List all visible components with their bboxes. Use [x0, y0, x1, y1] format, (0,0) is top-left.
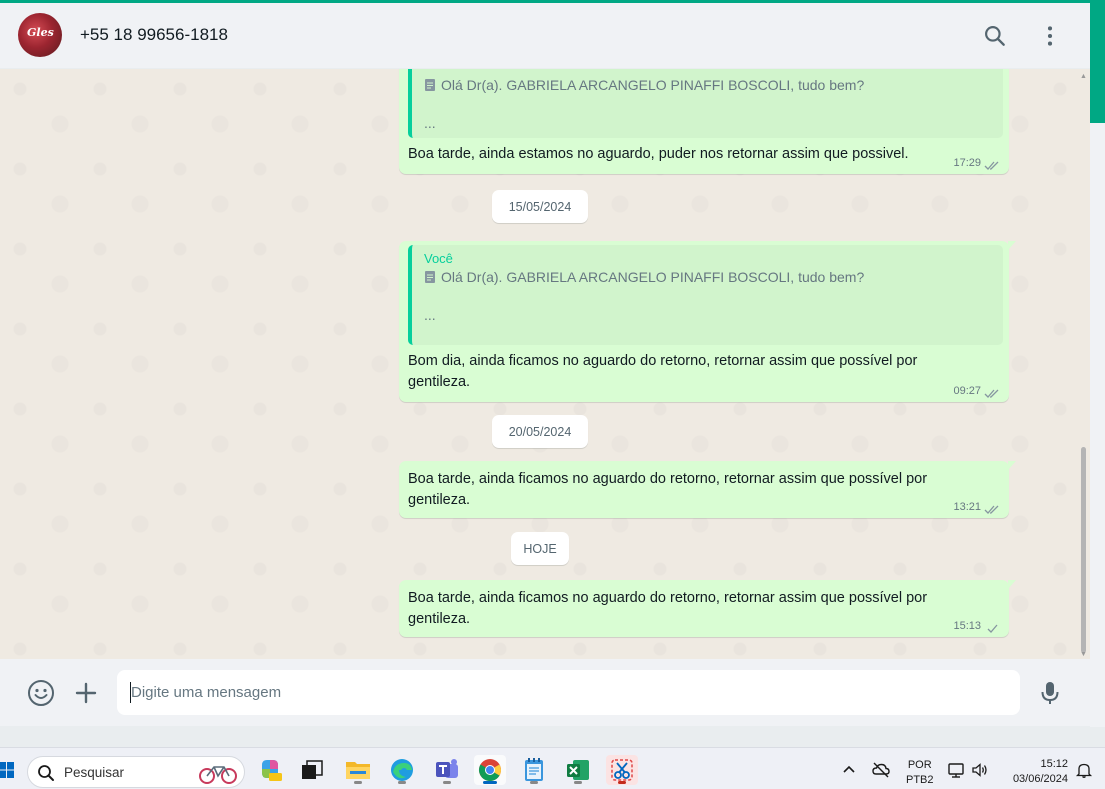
- taskbar-search[interactable]: Pesquisar: [27, 756, 245, 788]
- quoted-text: Olá Dr(a). GABRIELA ARCANGELO PINAFFI BO…: [441, 77, 865, 93]
- message-meta: 09:27: [953, 385, 1001, 398]
- double-check-icon: [984, 158, 1001, 170]
- excel-icon[interactable]: [562, 755, 594, 785]
- language-indicator[interactable]: POR PTB2: [906, 758, 934, 788]
- document-icon: [424, 270, 436, 284]
- window-scrollbar[interactable]: [1090, 3, 1105, 727]
- message-input[interactable]: [117, 670, 1020, 715]
- plus-icon[interactable]: [72, 679, 100, 707]
- message-time: 15:13: [953, 620, 981, 632]
- date-label: 15/05/2024: [508, 199, 572, 214]
- quoted-ellipsis: ...: [424, 115, 436, 131]
- file-explorer-icon[interactable]: [342, 755, 374, 785]
- message-bubble[interactable]: Boa tarde, ainda ficamos no aguardo do r…: [399, 461, 1016, 518]
- scroll-down-arrow-icon[interactable]: ▼: [1080, 651, 1087, 658]
- message-meta: 17:29: [953, 157, 1001, 170]
- quoted-ellipsis: ...: [424, 307, 436, 323]
- document-icon: [424, 78, 436, 92]
- double-check-icon: [984, 386, 1001, 398]
- date-label: HOJE: [523, 541, 557, 556]
- double-check-icon: [984, 502, 1001, 514]
- search-icon: [37, 764, 55, 782]
- menu-dots-icon[interactable]: [1037, 23, 1063, 49]
- edge-icon[interactable]: [386, 755, 418, 785]
- volume-icon[interactable]: [971, 761, 989, 779]
- window-scrollbar-thumb[interactable]: [1090, 3, 1105, 123]
- microphone-icon[interactable]: [1036, 679, 1064, 707]
- running-indicator: [398, 781, 406, 784]
- bicycle-icon: [198, 762, 238, 784]
- scroll-up-arrow-icon[interactable]: ▲: [1080, 73, 1087, 80]
- quoted-author: Você: [424, 251, 453, 266]
- avatar[interactable]: Gles: [18, 13, 62, 57]
- message-bubble[interactable]: Boa tarde, ainda ficamos no aguardo do r…: [399, 580, 1016, 637]
- running-indicator: [354, 781, 362, 784]
- quoted-message[interactable]: Você Olá Dr(a). GABRIELA ARCANGELO PINAF…: [408, 245, 1003, 345]
- quoted-text: Olá Dr(a). GABRIELA ARCANGELO PINAFFI BO…: [441, 269, 865, 285]
- network-icon[interactable]: [947, 761, 965, 779]
- contact-name[interactable]: +55 18 99656-1818: [80, 25, 228, 45]
- message-time: 17:29: [953, 157, 981, 169]
- windows-start-icon[interactable]: [0, 761, 14, 779]
- chevron-up-icon[interactable]: [840, 761, 858, 779]
- running-indicator: [574, 781, 582, 784]
- avatar-text: Gles: [27, 26, 54, 39]
- notepad-icon[interactable]: [518, 755, 550, 785]
- emoji-icon[interactable]: [27, 679, 55, 707]
- date-separator: 20/05/2024: [492, 415, 588, 448]
- message-time: 13:21: [953, 501, 981, 513]
- quoted-message[interactable]: Olá Dr(a). GABRIELA ARCANGELO PINAFFI BO…: [408, 69, 1003, 138]
- message-text: Bom dia, ainda ficamos no aguardo do ret…: [408, 353, 918, 390]
- windows-taskbar: Pesquisar POR PTB2 15:12 03/06/2024: [0, 747, 1105, 789]
- message-meta: 15:13: [953, 620, 1001, 633]
- message-text: Boa tarde, ainda ficamos no aguardo do r…: [408, 590, 928, 627]
- keyboard-layout: PTB2: [906, 774, 934, 786]
- chrome-icon[interactable]: [474, 755, 506, 785]
- message-text: Boa tarde, ainda estamos no aguardo, pud…: [408, 146, 909, 162]
- teams-icon[interactable]: [431, 755, 463, 785]
- running-indicator: [618, 781, 626, 784]
- message-text: Boa tarde, ainda ficamos no aguardo do r…: [408, 471, 928, 508]
- single-check-icon: [984, 621, 1001, 633]
- chat-scrollbar-thumb[interactable]: [1081, 447, 1086, 653]
- language-code: POR: [907, 759, 932, 771]
- whatsapp-window: Gles +55 18 99656-1818 Olá Dr(a). GABRIE…: [0, 3, 1090, 726]
- quoted-line: Olá Dr(a). GABRIELA ARCANGELO PINAFFI BO…: [424, 77, 991, 93]
- clock-date: 03/06/2024: [1012, 773, 1068, 785]
- system-clock[interactable]: 15:12 03/06/2024: [1006, 757, 1068, 787]
- composer-bar: [0, 659, 1090, 726]
- task-view-icon[interactable]: [296, 755, 328, 785]
- message-time: 09:27: [953, 385, 981, 397]
- date-separator: 15/05/2024: [492, 190, 588, 223]
- date-separator: HOJE: [511, 532, 569, 565]
- chat-panel[interactable]: Olá Dr(a). GABRIELA ARCANGELO PINAFFI BO…: [0, 69, 1090, 659]
- active-indicator: [483, 781, 497, 784]
- clock-time: 15:12: [1040, 758, 1068, 770]
- search-label: Pesquisar: [64, 765, 125, 780]
- date-label: 20/05/2024: [508, 424, 572, 439]
- text-cursor: [130, 682, 131, 703]
- message-bubble[interactable]: Olá Dr(a). GABRIELA ARCANGELO PINAFFI BO…: [399, 69, 1009, 174]
- running-indicator: [530, 781, 538, 784]
- running-indicator: [443, 781, 451, 784]
- quoted-line: Olá Dr(a). GABRIELA ARCANGELO PINAFFI BO…: [424, 269, 991, 285]
- chat-header[interactable]: Gles +55 18 99656-1818: [0, 3, 1090, 69]
- notification-bell-icon[interactable]: [1075, 761, 1093, 779]
- search-icon[interactable]: [982, 23, 1008, 49]
- message-bubble[interactable]: Você Olá Dr(a). GABRIELA ARCANGELO PINAF…: [399, 241, 1016, 402]
- message-meta: 13:21: [953, 501, 1001, 514]
- chat-scrollbar[interactable]: ▲ ▼: [1080, 73, 1087, 658]
- snipping-tool-icon[interactable]: [606, 755, 638, 785]
- cloud-offline-icon[interactable]: [872, 761, 890, 779]
- copilot-icon[interactable]: [254, 755, 286, 785]
